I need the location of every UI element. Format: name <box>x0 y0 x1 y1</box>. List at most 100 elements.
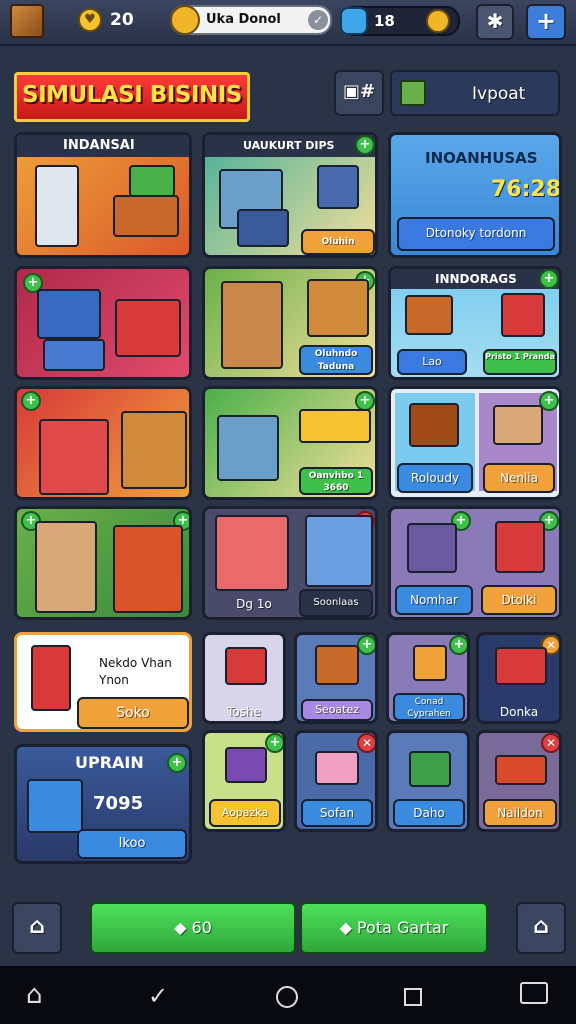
cart-icon <box>501 293 545 337</box>
candy-stall-icon <box>39 419 109 495</box>
stacked-boxes-icon <box>413 645 447 681</box>
tag-icon: ◆ <box>339 918 357 937</box>
small-action-button[interactable]: ◆ 60 <box>90 902 296 954</box>
item-tile[interactable]: ✕ Naildon <box>476 730 562 832</box>
chat-nav-icon[interactable] <box>520 982 548 1004</box>
player-name-field[interactable]: Uka Donol ✓ <box>170 5 332 35</box>
start-label: Pota Gartar <box>356 918 449 937</box>
page-title: SIMULASI BISINIS <box>22 82 242 108</box>
shop-card-industry[interactable]: INDANSAI <box>14 132 192 258</box>
shop-card-tents[interactable]: ✕ Dg 1o Soonlaas <box>202 506 378 620</box>
add-icon[interactable]: + <box>167 753 187 773</box>
cart-card[interactable]: + + Nomhar Dtolki <box>388 506 562 620</box>
shop-offer-card[interactable]: Nekdo Vhan Ynon Soko <box>14 632 192 732</box>
item-button[interactable]: Conad Cyprahen <box>393 693 465 721</box>
square-nav-icon[interactable] <box>404 988 422 1006</box>
info-action-button[interactable]: Dtonoky tordonn <box>397 217 555 251</box>
add-icon[interactable]: + <box>21 391 41 411</box>
card-label: INNDORAGS <box>435 272 517 286</box>
item-button[interactable]: Naildon <box>483 799 557 827</box>
tents-btn-2[interactable]: Soonlaas <box>299 589 373 617</box>
add-icon[interactable]: + <box>355 391 375 411</box>
report-label: Ivpoat <box>472 84 526 104</box>
item-tile[interactable]: Toshe <box>202 632 286 724</box>
shop-card-pharmacy[interactable]: + + <box>14 506 192 620</box>
tent-icon <box>215 515 289 591</box>
inventory-btn-1[interactable]: Lao <box>397 349 467 375</box>
level-badge: ♥ 20 <box>72 6 152 36</box>
upgrade-button[interactable]: Ikoo <box>77 829 187 859</box>
shop-card-booth[interactable]: UAUKURT DIPS + Oluhin <box>202 132 378 258</box>
item-tile[interactable]: + Seoatez <box>294 632 378 724</box>
vending-icon <box>31 645 71 711</box>
crate-card[interactable]: + Roloudy Nenlia <box>388 386 562 500</box>
info-action-label: Dtonoky tordonn <box>425 226 527 240</box>
cart-btn-1[interactable]: Nomhar <box>395 585 473 615</box>
price-tag[interactable]: Oluhndo Taduna <box>299 345 373 375</box>
back-nav-icon[interactable]: ✓ <box>148 982 168 1010</box>
add-icon[interactable]: + <box>265 733 283 753</box>
crate-btn-2[interactable]: Nenlia <box>483 463 555 493</box>
home-button-right[interactable]: ⌂ <box>516 902 566 954</box>
item-tile[interactable]: ✕ Donka <box>476 632 562 724</box>
offer-text: Nekdo Vhan Ynon <box>99 656 172 687</box>
crate-icon[interactable] <box>10 4 44 38</box>
item-tile[interactable]: + Aopazka <box>202 730 286 832</box>
tents-btn-1[interactable]: Dg 1o <box>217 591 291 617</box>
add-icon[interactable]: + <box>357 635 375 655</box>
circle-nav-icon[interactable] <box>276 986 298 1008</box>
settings-button[interactable]: ✱ <box>476 4 514 40</box>
item-button[interactable]: Aopazka <box>209 799 281 827</box>
cart-icon <box>307 279 369 337</box>
item-button[interactable]: Seoatez <box>301 699 373 721</box>
counter-icon <box>113 195 179 237</box>
info-title: INOANHUSAS <box>425 149 538 167</box>
shop-card-kiosk[interactable]: + Oluhndo Taduna <box>202 266 378 380</box>
gift-box-icon <box>225 647 267 685</box>
gems-counter: 18 <box>340 6 460 36</box>
report-button[interactable]: Ivpoat <box>390 70 560 116</box>
item-button[interactable]: Sofan <box>301 799 373 827</box>
stats-button[interactable]: ▣# <box>334 70 384 116</box>
upgrade-card[interactable]: UPRAIN + 7095 Ikoo <box>14 744 192 864</box>
price-tag[interactable]: Oanvhbo 1 3660 <box>299 467 373 495</box>
item-label: Toshe <box>227 705 261 719</box>
card-label: INDANSAI <box>63 138 135 153</box>
shop-card-drinks[interactable]: + Oanvhbo 1 3660 <box>202 386 378 500</box>
home-button[interactable]: ⌂ <box>12 902 62 954</box>
crate-btn-1[interactable]: Roloudy <box>397 463 473 493</box>
fridge-icon <box>35 165 79 247</box>
start-button[interactable]: ◆ Pota Gartar <box>300 902 488 954</box>
cart-icon <box>407 523 457 573</box>
stall-icon <box>115 299 181 357</box>
item-button[interactable]: Daho <box>393 799 465 827</box>
check-icon[interactable]: ✓ <box>308 10 328 30</box>
coin-basket-icon <box>495 647 547 685</box>
cart-btn-2[interactable]: Dtolki <box>481 585 557 615</box>
close-icon[interactable]: ✕ <box>541 733 559 753</box>
add-icon[interactable]: + <box>539 269 559 289</box>
offer-button[interactable]: Soko <box>77 697 189 729</box>
tag-icon: ◆ <box>174 918 192 937</box>
close-icon[interactable]: ✕ <box>357 733 375 753</box>
shop-card-snacks[interactable]: + <box>14 386 192 500</box>
fruit-stall-icon <box>121 411 187 489</box>
home-nav-icon[interactable]: ⌂ <box>26 980 43 1010</box>
counter-icon <box>43 339 105 371</box>
item-tile[interactable]: + Conad Cyprahen <box>386 632 470 724</box>
item-tile[interactable]: Daho <box>386 730 470 832</box>
price-tag[interactable]: Oluhin <box>301 229 375 255</box>
shop-card-market[interactable]: + <box>14 266 192 380</box>
add-icon[interactable]: + <box>355 135 375 155</box>
add-icon[interactable]: + <box>449 635 467 655</box>
upgrade-amount: 7095 <box>93 793 144 814</box>
crate-icon <box>409 403 459 447</box>
inventory-btn-2[interactable]: Pristo 1 Pranda <box>483 349 557 375</box>
table-icon <box>237 209 289 247</box>
cart-icon <box>27 779 83 833</box>
inventory-card[interactable]: INNDORAGS + Lao Pristo 1 Pranda <box>388 266 562 380</box>
add-button[interactable]: + <box>526 4 566 40</box>
info-panel: INOANHUSAS 76:28 Dtonoky tordonn <box>388 132 562 258</box>
plant-box-icon <box>405 295 453 335</box>
item-tile[interactable]: ✕ Sofan <box>294 730 378 832</box>
